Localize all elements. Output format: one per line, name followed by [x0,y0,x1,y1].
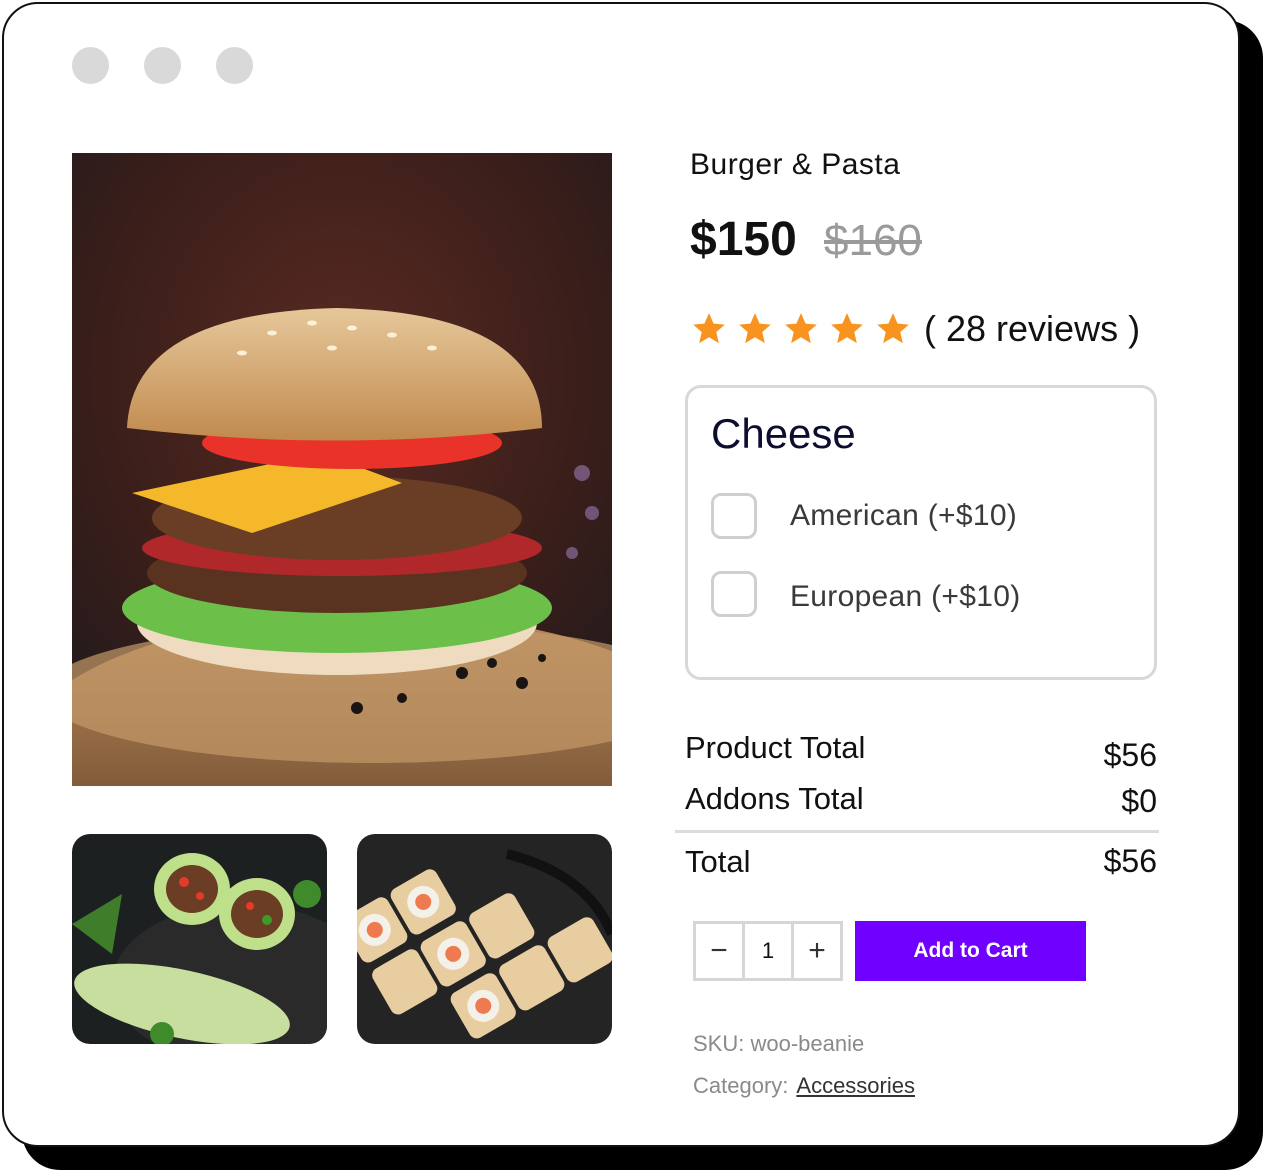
star-icon [877,313,909,344]
product-total-value: $56 [1103,737,1157,773]
product-old-price: $160 [824,216,922,265]
quantity-stepper[interactable]: − 1 + [693,921,843,981]
product-total-label: Product Total [685,730,866,765]
add-to-cart-button[interactable]: Add to Cart [855,921,1086,981]
category-link[interactable]: Accessories [796,1073,915,1098]
window-control-dot[interactable] [216,47,253,84]
wraps-photo [72,834,327,1044]
quantity-decrease-button[interactable]: − [696,924,742,978]
sushi-photo [357,834,612,1044]
totals-divider [675,830,1159,833]
star-icon [785,313,817,344]
window-control-dot[interactable] [144,47,181,84]
total-value: $56 [1103,843,1157,879]
addons-total-value: $0 [1121,783,1157,819]
quantity-increase-button[interactable]: + [791,924,840,978]
product-price: $150 [690,213,797,266]
addon-group-title: Cheese [711,410,856,457]
star-icon [831,313,863,344]
burger-photo [72,153,612,786]
product-title: Burger & Pasta [690,148,901,181]
category-row: Category: Accessories [693,1073,915,1099]
category-label: Category: [693,1073,789,1098]
star-icon [739,313,771,344]
quantity-input[interactable]: 1 [742,924,791,978]
product-thumbnail-wraps[interactable] [72,834,327,1044]
addon-checkbox-european[interactable] [711,571,757,617]
total-label: Total [685,844,751,879]
window-control-dot[interactable] [72,47,109,84]
product-main-image[interactable] [72,153,612,786]
addon-checkbox-american[interactable] [711,493,757,539]
addons-total-label: Addons Total [685,781,864,816]
addon-label-american[interactable]: American (+$10) [790,499,1017,533]
product-thumbnail-sushi[interactable] [357,834,612,1044]
sku-text: SKU: woo-beanie [693,1031,865,1056]
rating-stars [690,310,912,348]
addon-label-european[interactable]: European (+$10) [790,580,1021,614]
star-icon [693,313,725,344]
reviews-link[interactable]: ( 28 reviews ) [924,308,1140,350]
